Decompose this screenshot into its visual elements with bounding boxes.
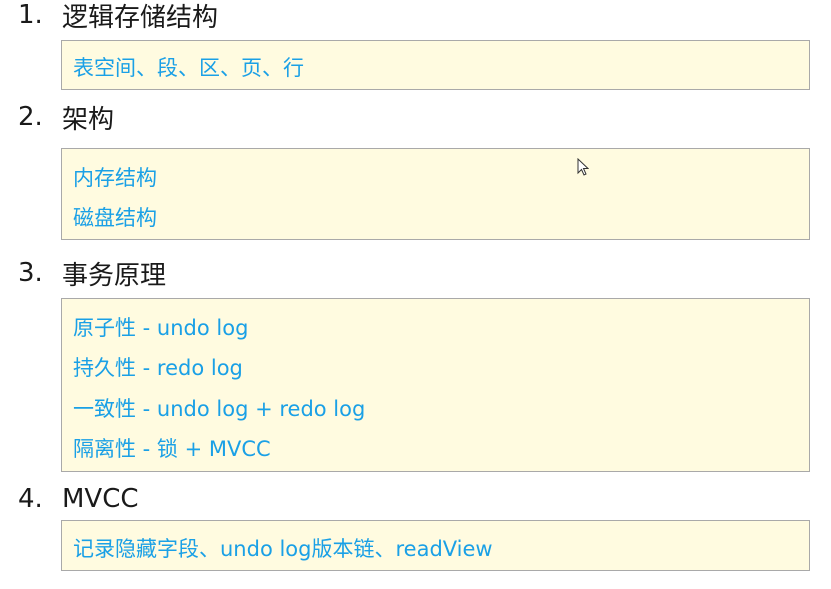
content-box: 表空间、段、区、页、行 [61, 40, 810, 90]
list-item: 一致性 - undo log + redo log [73, 397, 366, 421]
section-title: 架构 [62, 104, 115, 135]
section-number: 2. [18, 102, 43, 132]
section-number: 1. [18, 0, 43, 30]
list-item: 表空间、段、区、页、行 [73, 56, 304, 80]
section-heading: 2. 架构 [18, 102, 114, 135]
section-heading: 4. MVCC [18, 484, 139, 514]
section-number: 4. [18, 484, 43, 514]
list-item: 内存结构 [73, 166, 157, 190]
mouse-pointer-icon [577, 158, 589, 176]
list-item: 磁盘结构 [73, 206, 157, 230]
section-title: 事务原理 [62, 260, 167, 291]
section-heading: 1. 逻辑存储结构 [18, 0, 218, 33]
content-box: 记录隐藏字段、undo log版本链、readView [61, 520, 810, 571]
section-heading: 3. 事务原理 [18, 258, 166, 291]
list-item: 记录隐藏字段、undo log版本链、readView [73, 537, 493, 561]
section-title: 逻辑存储结构 [62, 2, 219, 33]
list-item: 持久性 - redo log [73, 356, 243, 380]
content-box: 原子性 - undo log 持久性 - redo log 一致性 - undo… [61, 298, 810, 472]
list-item: 隔离性 - 锁 + MVCC [73, 437, 271, 461]
list-item: 原子性 - undo log [73, 316, 249, 340]
content-box: 内存结构 磁盘结构 [61, 148, 810, 240]
section-number: 3. [18, 258, 43, 288]
section-title: MVCC [62, 484, 139, 514]
